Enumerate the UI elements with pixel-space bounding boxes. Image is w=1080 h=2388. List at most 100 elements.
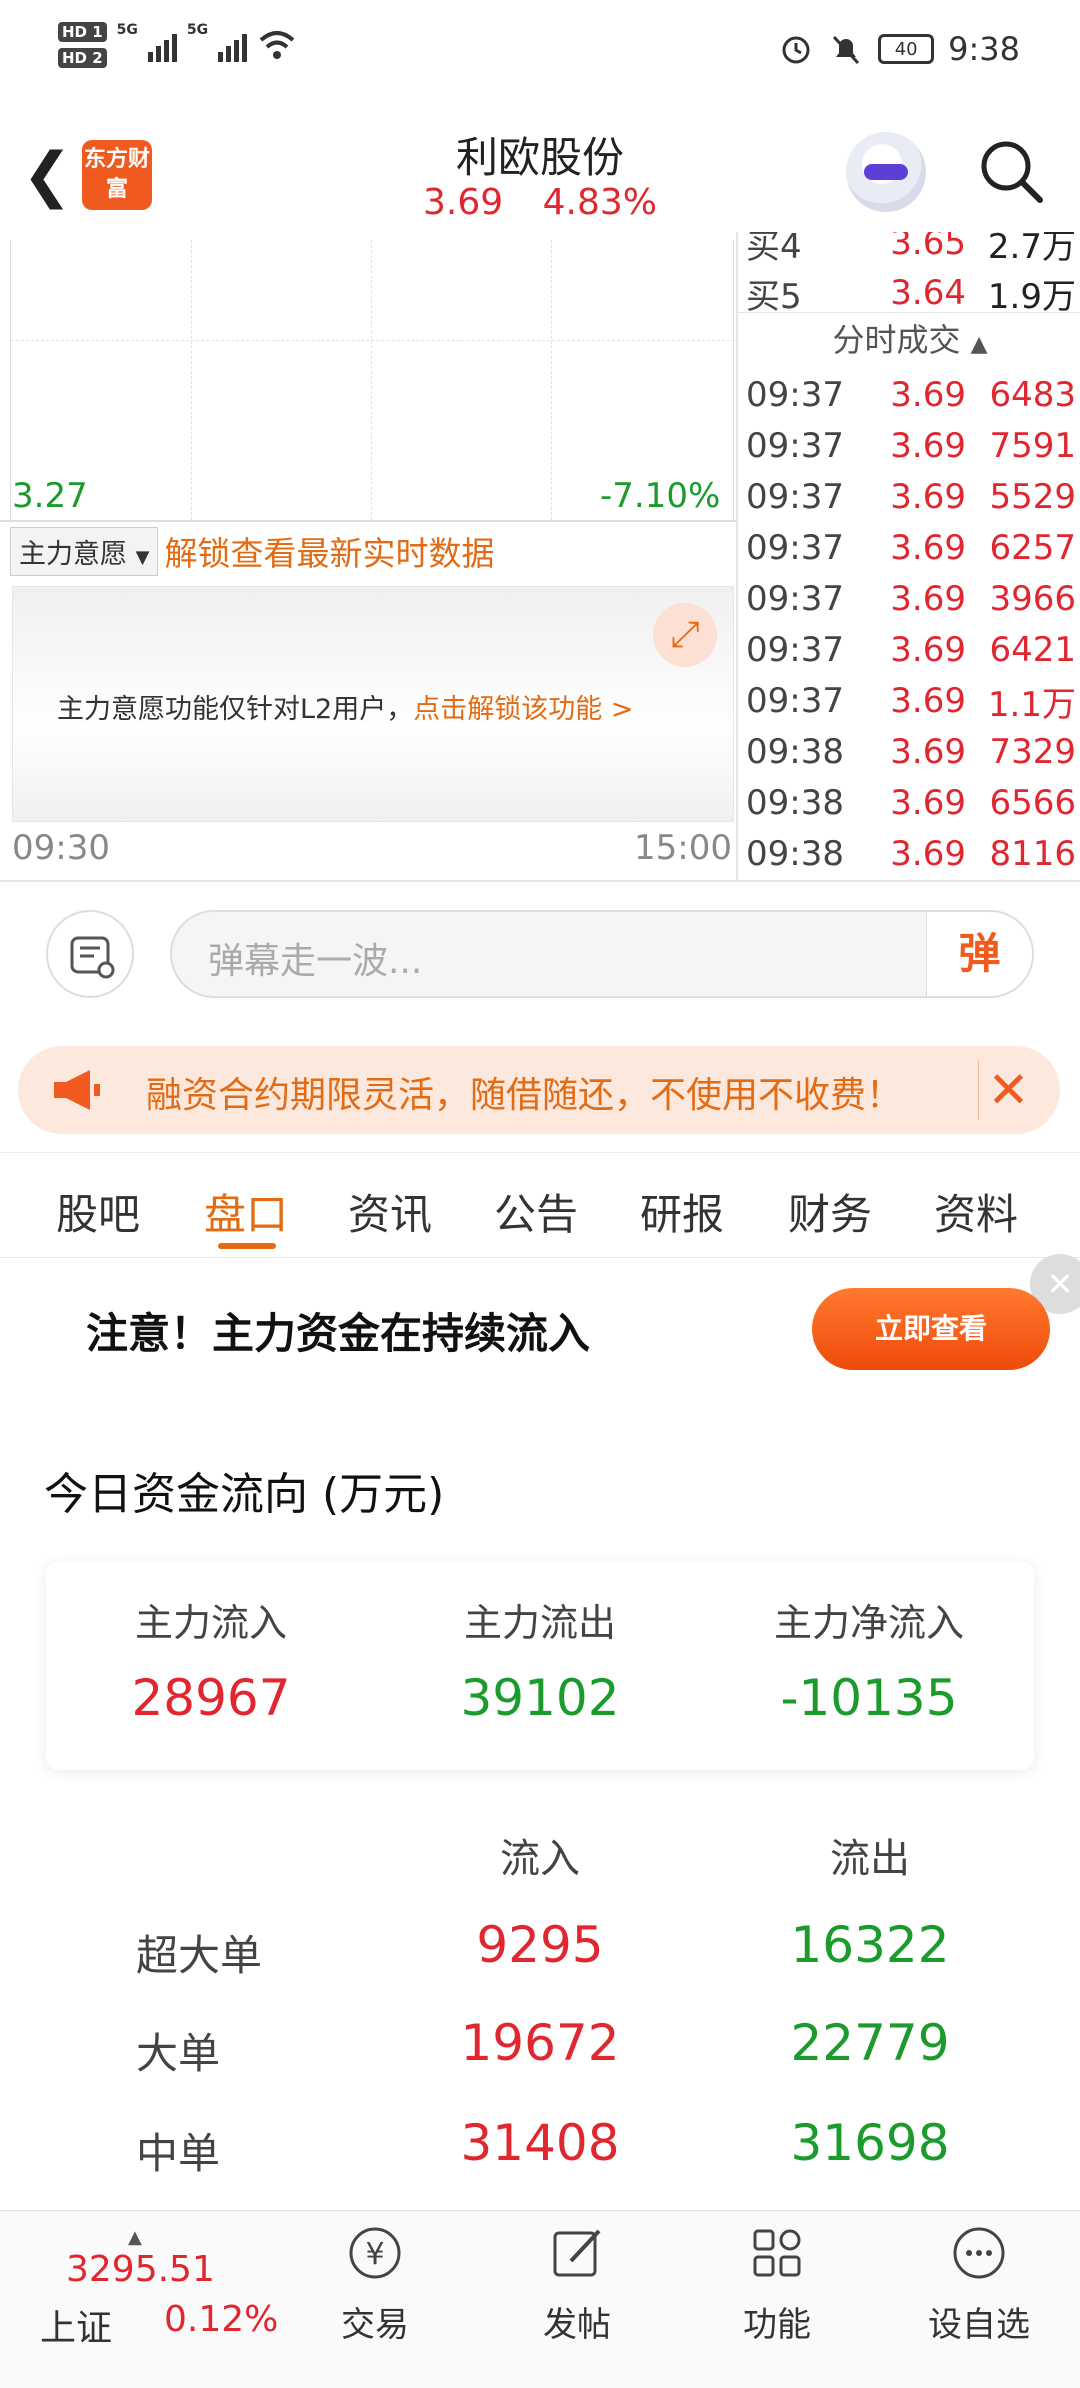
net2-label: 5G <box>186 22 209 38</box>
chart-low-pct: -7.10% <box>600 476 721 516</box>
yen-icon: ¥ <box>349 2227 401 2279</box>
outflow-value: 31698 <box>790 2114 950 2172</box>
stock-name: 利欧股份 <box>455 133 624 182</box>
inflow-column-header: 流入 <box>500 1836 580 1882</box>
stock-quote: 3.69 4.83% <box>340 182 740 223</box>
view-now-button[interactable]: 立即查看 <box>812 1288 1050 1370</box>
grid-line <box>371 240 372 520</box>
grid-icon <box>753 2229 801 2277</box>
ticks-header[interactable]: 分时成交 ▲ <box>738 312 1080 362</box>
l2-unlock-link[interactable]: 点击解锁该功能 > <box>413 694 633 725</box>
order-size-label: 中单 <box>136 2129 221 2178</box>
close-icon[interactable]: ✕ <box>978 1060 1038 1120</box>
status-bar: HD 1 HD 2 5G 5G 40 9:38 <box>0 0 1080 110</box>
grid-line <box>191 240 192 520</box>
app-logo[interactable]: 东方财富 <box>82 140 152 210</box>
more-icon <box>953 2227 1005 2279</box>
nav-add-watchlist[interactable]: 设自选 <box>914 2221 1044 2346</box>
signal-icon <box>218 28 248 62</box>
tab-news[interactable]: 资讯 <box>348 1181 432 1242</box>
signal-indicators: HD 1 HD 2 5G 5G <box>58 22 297 68</box>
tick-time: 09:38 <box>746 732 844 772</box>
detail-tabs: 股吧 盘口 资讯 公告 研报 财务 资料 <box>0 1152 1080 1258</box>
tick-volume: 6257 <box>989 528 1076 568</box>
tab-profile[interactable]: 资料 <box>934 1181 1018 1242</box>
tick-time: 09:37 <box>746 426 844 466</box>
main-intent-row: 主力意愿 ▼ 解锁查看最新实时数据 <box>10 526 494 576</box>
tick-row: 09:37 3.69 3966 <box>746 574 1076 624</box>
main-intent-select[interactable]: 主力意愿 ▼ <box>10 526 159 576</box>
outflow-value: 22779 <box>790 2014 950 2072</box>
tick-volume: 6483 <box>989 375 1076 415</box>
megaphone-icon <box>46 1066 110 1114</box>
tick-volume: 7591 <box>989 426 1076 466</box>
nav-trade-label: 交易 <box>341 2305 409 2345</box>
bid-price: 3.65 <box>890 232 966 263</box>
danmu-settings-button[interactable] <box>46 910 134 998</box>
nav-trade[interactable]: ¥ 交易 <box>310 2221 440 2346</box>
l2-message-text: 主力意愿功能仅针对L2用户， <box>57 694 414 725</box>
tick-price: 3.69 <box>890 426 966 466</box>
tab-research[interactable]: 研报 <box>640 1181 724 1242</box>
divider <box>0 880 1080 882</box>
danmu-send-button[interactable]: 弹 <box>926 912 1032 996</box>
back-arrow-icon[interactable]: ❮ <box>22 140 72 210</box>
tick-row: 09:37 3.69 6257 <box>746 523 1076 573</box>
robot-assistant-icon[interactable] <box>846 132 926 212</box>
wifi-icon <box>259 31 295 59</box>
tab-announcements[interactable]: 公告 <box>494 1181 578 1242</box>
tick-row: 09:38 3.69 7329 <box>746 727 1076 777</box>
tab-finance[interactable]: 财务 <box>788 1181 872 1242</box>
nav-add-watchlist-label: 设自选 <box>928 2305 1030 2345</box>
bid-price: 3.64 <box>890 273 966 313</box>
alarm-icon <box>782 36 810 64</box>
tick-time: 09:37 <box>746 630 844 670</box>
main-inflow-label: 主力流入 <box>134 1601 287 1645</box>
order-size-label: 大单 <box>136 2029 221 2078</box>
ticks-title: 分时成交 <box>832 321 961 359</box>
chart-low-price: 3.27 <box>12 476 88 516</box>
grid-line <box>11 340 735 341</box>
bid-volume: 1.9万 <box>987 276 1076 317</box>
tab-guba[interactable]: 股吧 <box>56 1181 140 1242</box>
tick-price: 3.69 <box>890 579 966 619</box>
tab-pankou[interactable]: 盘口 <box>204 1181 288 1242</box>
main-intent-select-label: 主力意愿 <box>19 538 127 570</box>
bottom-nav: ▲ 3295.51 上证 0.12% ¥ 交易 发帖 功能 设自选 <box>0 2210 1080 2388</box>
tick-row: 09:37 3.69 6421 <box>746 625 1076 675</box>
main-net-inflow-label: 主力净流入 <box>773 1601 964 1645</box>
search-icon[interactable] <box>976 136 1046 206</box>
hd2-badge: HD 2 <box>58 48 107 68</box>
main-net-inflow: 主力净流入 -10135 <box>704 1592 1034 1727</box>
tick-price: 3.69 <box>890 528 966 568</box>
danmu-input[interactable]: 弹幕走一波... 弹 <box>170 910 1034 998</box>
main-outflow-label: 主力流出 <box>463 1601 616 1645</box>
tick-price: 3.69 <box>890 834 966 874</box>
tick-time: 09:38 <box>746 834 844 874</box>
clock: 9:38 <box>948 30 1020 68</box>
active-tab-indicator <box>218 1243 276 1249</box>
stock-header: ❮ 东方财富 利欧股份 3.69 4.83% <box>0 110 1080 240</box>
bid-row: 买4 3.65 2.7万 <box>746 232 1076 268</box>
promo-banner[interactable]: 融资合约期限灵活，随借随还，不使用不收费！ ✕ <box>18 1046 1060 1134</box>
hd1-badge: HD 1 <box>58 22 107 42</box>
index-change-pct[interactable]: 0.12% <box>164 2299 278 2340</box>
index-value[interactable]: 3295.51 <box>66 2249 215 2290</box>
time-start: 09:30 <box>12 828 110 868</box>
caret-up-icon[interactable]: ▲ <box>128 2227 142 2248</box>
unlock-realtime-link[interactable]: 解锁查看最新实时数据 <box>164 527 494 575</box>
tick-price: 3.69 <box>890 375 966 415</box>
tick-time: 09:37 <box>746 375 844 415</box>
bid-volume: 2.7万 <box>987 232 1076 267</box>
l2-locked-panel: ⤢ 主力意愿功能仅针对L2用户，点击解锁该功能 > <box>12 586 734 822</box>
mute-bell-icon <box>833 35 860 65</box>
status-right: 40 9:38 <box>778 30 1020 68</box>
outflow-column-header: 流出 <box>830 1836 910 1882</box>
nav-post[interactable]: 发帖 <box>512 2221 642 2346</box>
inflow-value: 31408 <box>460 2114 620 2172</box>
tick-time: 09:37 <box>746 579 844 619</box>
nav-functions[interactable]: 功能 <box>712 2221 842 2346</box>
index-name[interactable]: 上证 <box>40 2299 112 2351</box>
triangle-down-icon: ▼ <box>135 546 150 568</box>
expand-icon[interactable]: ⤢ <box>653 603 717 667</box>
